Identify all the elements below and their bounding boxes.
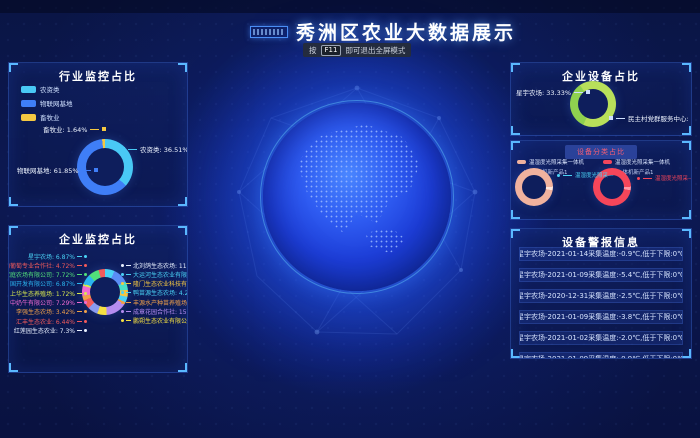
donut-callout: 民主村党群服务中心: bbox=[609, 113, 689, 123]
legend-swatch bbox=[21, 100, 36, 107]
enterprise-label: 丰源水产种苗养殖场: 1. bbox=[121, 299, 188, 305]
enterprise-label: 汇丰生态农业: 6.44% bbox=[13, 318, 87, 324]
legend-label: 农资类 bbox=[40, 84, 60, 94]
enterprise-label: 鹏朔生态农业有限公司: 6.87% bbox=[121, 318, 188, 324]
header: 秀洲区农业大数据展示 bbox=[250, 18, 516, 45]
enterprise-labels-right: 北刘鸽生态农场: 11.16% 大运河生态农业有限责任公 隆门生态农业科技有限公… bbox=[121, 262, 188, 327]
legend-swatch bbox=[21, 114, 36, 121]
tip-prefix: 按 bbox=[309, 45, 317, 56]
enterprise-label: 国开发有限公司: 6.87% bbox=[13, 281, 87, 287]
legend-swatch bbox=[517, 160, 526, 164]
industry-ratio-panel: 行业监控占比 农资类 物联网基地 畜牧业 畜牧业: 1.64% 农 bbox=[8, 62, 188, 207]
legend-item[interactable]: 温湿度光照采集一体机 bbox=[603, 158, 689, 166]
alarm-row: 星宇农场-2020-12-31采集温度:-2.5℃,低于下限:0℃ bbox=[519, 289, 683, 303]
alarm-row: 星宇农场-2021-01-09采集温度:-3.8℃,低于下限:0℃ bbox=[519, 310, 683, 324]
device-classification-panel: 设备分类占比 温湿度光照采集一体机 一体机新产品1 温湿度光照采集一体机 一体机… bbox=[510, 140, 692, 220]
enterprise-ratio-panel: 企业监控占比 星宇农场: 6.87% 彩韵葡萄专业合作社: 4.72% 家庭农场… bbox=[8, 225, 188, 373]
donut-callout: 物联网基地: 61.85% bbox=[17, 165, 98, 175]
legend-swatch bbox=[21, 86, 36, 93]
dashboard-root: 秀洲区农业大数据展示 按 F11 即可退出全屏模式 行业监控占比 农资类 物联网… bbox=[0, 0, 700, 438]
panel-title: 行业监控占比 bbox=[9, 63, 187, 84]
f11-key: F11 bbox=[321, 45, 342, 56]
enterprise-label: 家庭农场有限公司: 7.72% bbox=[13, 272, 87, 278]
enterprise-label: 星宇农场: 6.87% bbox=[13, 253, 87, 259]
legend-item[interactable]: 农资类 bbox=[21, 84, 73, 94]
legend-item[interactable]: 物联网基地 bbox=[21, 98, 73, 108]
legend-swatch bbox=[603, 160, 612, 164]
legend-label: 温湿度光照采集一体机 bbox=[615, 158, 670, 166]
donut-callout: 星宇农场: 33.33% bbox=[516, 87, 590, 97]
donut-callout: 温湿度光照采— bbox=[557, 171, 614, 179]
alarm-row: 星宇农场-2021-01-02采集温度:-2.0℃,低于下限:0℃ bbox=[519, 331, 683, 345]
page-title: 秀洲区农业大数据展示 bbox=[296, 18, 516, 45]
globe-continents bbox=[274, 114, 439, 279]
alarm-row: 星宇农场-2021-01-09采集温度:-5.4℃,低于下限:0℃ bbox=[519, 268, 683, 282]
equipment-ratio-panel: 企业设备占比 星宇农场: 33.33% 民主村党群服务中心: bbox=[510, 62, 692, 136]
enterprise-labels-left: 星宇农场: 6.87% 彩韵葡萄专业合作社: 4.72% 家庭农场有限公司: 7… bbox=[13, 253, 87, 337]
brand-logo bbox=[250, 26, 288, 38]
enterprise-label: 北刘鸽生态农场: 11.16% bbox=[121, 262, 188, 268]
alarm-row: 星宇农场-2021-01-14采集温度:-0.9℃,低于下限:0℃ bbox=[519, 247, 683, 261]
legend-label: 温湿度光照采集一体机 bbox=[529, 158, 584, 166]
globe-continents bbox=[274, 114, 439, 279]
donut-callout: 农资类: 36.51% bbox=[121, 144, 188, 154]
enterprise-label: 隆门生态农业科技有限公 bbox=[121, 281, 188, 287]
device-donut-chart-1[interactable] bbox=[515, 168, 553, 206]
enterprise-label: 鸭苗源生态农场: 4.29 bbox=[121, 290, 188, 296]
legend-item[interactable]: 温湿度光照采集一体机 bbox=[517, 158, 603, 166]
panel-title: 企业设备占比 bbox=[511, 63, 691, 84]
tip-suffix: 即可退出全屏模式 bbox=[345, 45, 405, 56]
industry-legend: 农资类 物联网基地 畜牧业 bbox=[21, 84, 73, 126]
enterprise-label: 红莲园生态农业: 7.3% bbox=[13, 327, 87, 333]
legend-label: 物联网基地 bbox=[40, 98, 73, 108]
legend-item[interactable]: 畜牧业 bbox=[21, 112, 73, 122]
enterprise-label: 成章花园合作社: 15.02% bbox=[121, 308, 188, 314]
panel-title: 企业监控占比 bbox=[9, 226, 187, 247]
legend-label: 畜牧业 bbox=[40, 112, 60, 122]
enterprise-label: 大运河生态农业有限责任公 bbox=[121, 271, 188, 277]
device-alarm-panel: 设备警报信息 星宇农场-2021-01-14采集温度:-0.9℃,低于下限:0℃… bbox=[510, 228, 692, 359]
globe bbox=[263, 103, 451, 291]
donut-callout: 畜牧业: 1.64% bbox=[43, 124, 106, 134]
alarm-row: 星宇农场-2021-01-09采集温度:-0.9℃,低于下限:0℃ bbox=[519, 352, 683, 359]
top-shade-band bbox=[0, 0, 700, 13]
enterprise-label: 中奶牛有限公司: 7.29% bbox=[13, 299, 87, 305]
fullscreen-tip: 按 F11 即可退出全屏模式 bbox=[303, 43, 411, 57]
panel-title: 设备分类占比 bbox=[565, 145, 637, 159]
alarm-list: 星宇农场-2021-01-14采集温度:-0.9℃,低于下限:0℃ 星宇农场-20… bbox=[519, 247, 683, 359]
enterprise-label: 彩韵葡萄专业合作社: 4.72% bbox=[13, 262, 87, 268]
enterprise-label: 李强生态农场: 3.42% bbox=[13, 309, 87, 315]
donut-callout: 温湿度光照采— bbox=[637, 174, 692, 182]
enterprise-label: 上华生态养殖场: 1.72% bbox=[13, 290, 87, 296]
